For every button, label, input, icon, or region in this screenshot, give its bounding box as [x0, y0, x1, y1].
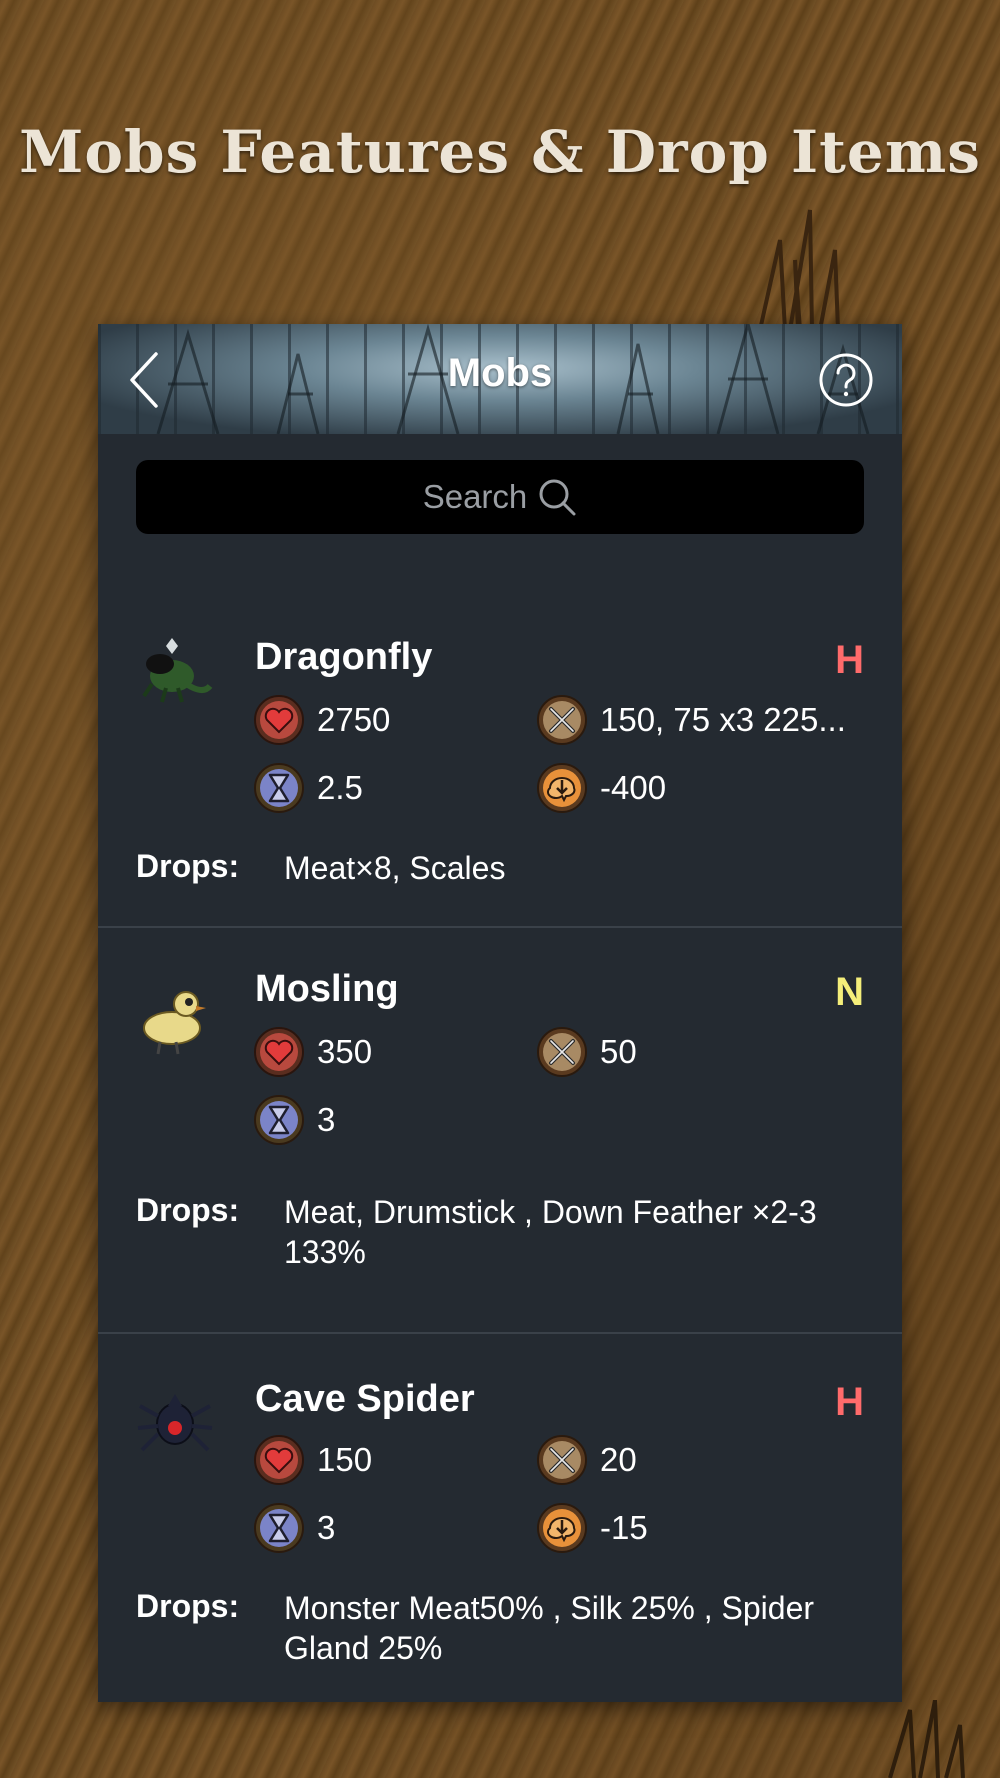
cave-spider-icon: [137, 1394, 213, 1452]
grass-decoration-icon: [758, 209, 840, 330]
page-heading: Mobs Features & Drop Items: [19, 118, 981, 186]
app-screen: Mobs Search Dragonfly H 2750 150, 75 x3 …: [98, 324, 902, 1702]
drops-value: Monster Meat50% , Silk 25% , Spider Glan…: [284, 1590, 815, 1666]
mob-name: Mosling: [255, 968, 399, 1010]
damage-stat: 150, 75 x3 225...: [536, 694, 846, 746]
hourglass-icon: [254, 1503, 304, 1553]
health-value: 150: [317, 1441, 373, 1478]
damage-value: 50: [600, 1033, 637, 1070]
damage-value: 20: [600, 1441, 637, 1478]
crossed-swords-icon: [537, 1435, 587, 1485]
sanity-value: -400: [600, 769, 667, 806]
health-value: 2750: [317, 701, 391, 738]
mob-name: Cave Spider: [255, 1378, 475, 1420]
navigation-bar: Mobs: [98, 324, 902, 434]
mob-name: Dragonfly: [255, 636, 433, 678]
damage-stat: 50: [536, 1026, 637, 1078]
list-item[interactable]: Cave Spider H 150 20 3 -15 Drops: Monste…: [98, 1334, 902, 1702]
attack-period-stat: 3: [253, 1502, 335, 1554]
damage-stat: 20: [536, 1434, 637, 1486]
mosling-icon: [143, 991, 206, 1055]
heart-icon: [254, 695, 304, 745]
nav-title: Mobs: [447, 351, 553, 395]
search-input[interactable]: Search: [136, 460, 864, 534]
attack-period-stat: 2.5: [253, 762, 363, 814]
sanity-stat: -15: [536, 1502, 648, 1554]
help-button[interactable]: [818, 352, 874, 408]
attack-period-value: 2.5: [317, 769, 363, 806]
mob-tag: H: [835, 1380, 864, 1424]
attack-period-value: 3: [317, 1509, 336, 1546]
brain-icon: [537, 763, 587, 813]
brain-icon: [537, 1503, 587, 1553]
crossed-swords-icon: [537, 1027, 587, 1077]
mob-tag: N: [835, 970, 864, 1014]
mob-tag: H: [835, 638, 864, 682]
drops-label: Drops:: [136, 848, 240, 884]
drops-label: Drops:: [136, 1192, 240, 1228]
drops-label: Drops:: [136, 1588, 240, 1624]
grass-decoration-icon: [888, 1700, 965, 1778]
heart-icon: [254, 1027, 304, 1077]
health-stat: 350: [253, 1026, 372, 1078]
hourglass-icon: [254, 1095, 304, 1145]
sanity-value: -15: [600, 1509, 648, 1546]
question-circle-icon: [819, 353, 873, 407]
attack-period-value: 3: [317, 1101, 336, 1138]
health-stat: 2750: [253, 694, 390, 746]
damage-value: 150, 75 x3 225...: [600, 701, 846, 738]
list-item[interactable]: Dragonfly H 2750 150, 75 x3 225... 2.5 -…: [98, 564, 902, 928]
health-value: 350: [317, 1033, 373, 1070]
health-stat: 150: [253, 1434, 372, 1486]
drops-value: Meat×8, Scales: [284, 850, 506, 886]
crossed-swords-icon: [537, 695, 587, 745]
drops-value: Meat, Drumstick , Down Feather ×2-3 133%: [284, 1194, 817, 1270]
sanity-stat: -400: [536, 762, 666, 814]
heart-icon: [254, 1435, 304, 1485]
hourglass-icon: [254, 763, 304, 813]
dragonfly-icon: [142, 638, 213, 703]
attack-period-stat: 3: [253, 1094, 335, 1146]
search-placeholder: Search: [422, 478, 528, 515]
search-icon: [539, 479, 576, 516]
list-item[interactable]: Mosling N 350 50 3 Drops: Meat, Drumstic…: [98, 928, 902, 1334]
